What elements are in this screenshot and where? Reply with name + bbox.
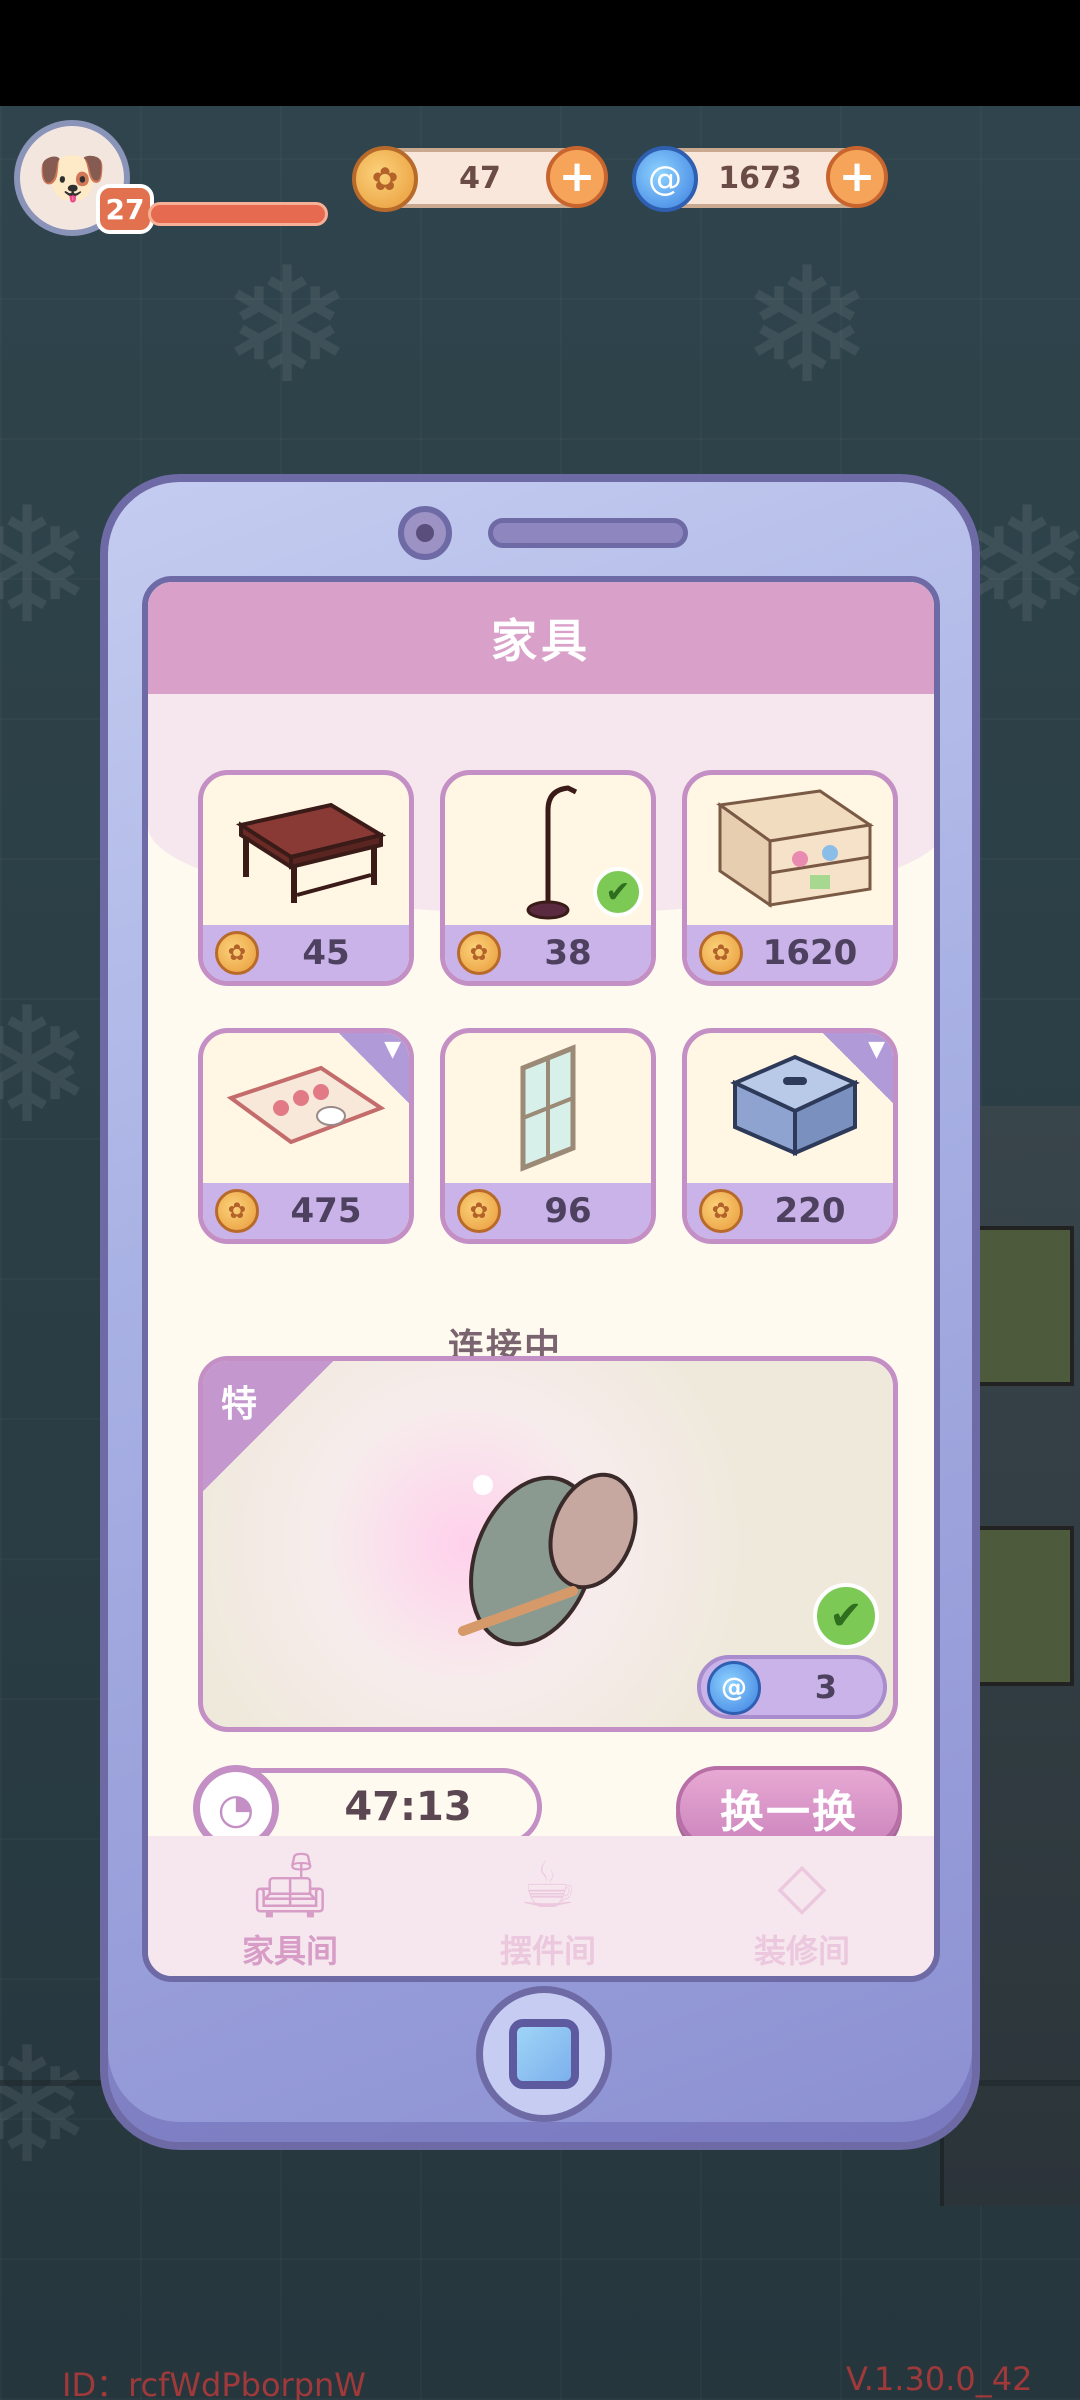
player-id: ID：rcfWdPborpnW: [62, 2366, 366, 2400]
tab-label: 家具间: [241, 1932, 338, 1970]
app-version: V.1.30.0_42: [846, 2360, 1033, 2398]
snowflake-decoration: ❄: [0, 472, 95, 659]
furniture-grid: ✿ 45 ✔ ✿ 38 ✿ 1620 ▼ ✿ 475 ✿ 96 ▼ ✿ 220: [198, 770, 898, 1250]
gem-counter: @ 1673 +: [632, 146, 888, 212]
status-bar: [0, 0, 1080, 106]
category-tabs: 🛋 家具间 ☕ 摆件间 ◇ 装修间: [148, 1836, 934, 1976]
level-badge: 27: [96, 184, 154, 234]
coin-icon: ✿: [457, 931, 501, 975]
owned-check-icon: ✔: [593, 867, 643, 917]
furniture-item-card[interactable]: ✿ 1620: [682, 770, 898, 986]
table-icon: [203, 775, 409, 925]
timer-value: 47:13: [344, 1784, 472, 1830]
tab-decoration-room[interactable]: ◇ 装修间: [702, 1846, 902, 1976]
snowflake-decoration: ❄: [0, 972, 95, 1159]
coin-icon: ✿: [699, 931, 743, 975]
tab-furniture-room[interactable]: 🛋 家具间: [190, 1846, 390, 1976]
swirl-gem-icon: @: [707, 1661, 761, 1715]
brush-icon: ▼: [868, 1037, 885, 1062]
special-offer-card[interactable]: 特 ✔ @ 3: [198, 1356, 898, 1732]
price-bar: ✿ 45: [203, 925, 409, 981]
add-gems-button[interactable]: +: [826, 146, 888, 208]
panel-title: 家具: [148, 582, 934, 694]
item-price: 1620: [762, 933, 858, 973]
furniture-item-card[interactable]: ✔ ✿ 38: [440, 770, 656, 986]
item-price: 38: [544, 933, 592, 973]
snowflake-decoration: ❄: [220, 232, 355, 419]
brush-tag: ▼: [339, 1033, 409, 1103]
price-bar: ✿ 220: [687, 1183, 893, 1239]
swirl-gem-icon: @: [632, 146, 698, 212]
floor-tile-icon: ◇: [777, 1849, 827, 1923]
furniture-item-card[interactable]: ✿ 45: [198, 770, 414, 986]
furniture-item-card[interactable]: ▼ ✿ 475: [198, 1028, 414, 1244]
furniture-item-card[interactable]: ✿ 96: [440, 1028, 656, 1244]
refresh-timer: ◔ 47:13: [193, 1765, 542, 1851]
coin-icon: ✿: [215, 931, 259, 975]
special-price: 3: [814, 1668, 837, 1706]
special-tag: 特: [203, 1361, 333, 1491]
coin-value: 47: [459, 160, 501, 196]
snowflake-decoration: ❄: [740, 232, 875, 419]
tab-ornament-room[interactable]: ☕ 摆件间: [448, 1846, 648, 1976]
brush-tag: ▼: [823, 1033, 893, 1103]
phone-shop-panel: 家具 ✿ 45 ✔ ✿ 38 ✿ 1620 ▼ ✿ 475 ✿ 96 ▼ ✿ 2…: [100, 474, 980, 2150]
home-button[interactable]: [476, 1986, 612, 2122]
coin-icon: ✿: [457, 1189, 501, 1233]
item-price: 96: [544, 1191, 592, 1231]
cup-icon: ☕: [519, 1849, 577, 1923]
special-tag-label: 特: [221, 1384, 258, 1425]
fan-icon: [443, 1451, 663, 1651]
item-price: 45: [302, 933, 350, 973]
shelf-icon: [687, 775, 893, 925]
coin-counter: ✿ 47 +: [352, 146, 608, 212]
coin-icon: ✿: [352, 146, 418, 212]
brush-icon: ▼: [384, 1037, 401, 1062]
window-icon: [445, 1033, 651, 1183]
price-bar: ✿ 1620: [687, 925, 893, 981]
home-square-icon: [509, 2019, 579, 2089]
item-price: 475: [290, 1191, 362, 1231]
owned-check-icon: ✔: [813, 1583, 879, 1649]
price-bar: ✿ 38: [445, 925, 651, 981]
armchair-icon: 🛋: [249, 1849, 331, 1923]
gem-price-bar: @ 3: [697, 1655, 887, 1719]
gem-value: 1673: [718, 160, 802, 196]
xp-bar: [148, 202, 328, 226]
add-coins-button[interactable]: +: [546, 146, 608, 208]
phone-camera: [398, 506, 452, 560]
price-bar: ✿ 96: [445, 1183, 651, 1239]
coin-icon: ✿: [215, 1189, 259, 1233]
phone-screen: 家具 ✿ 45 ✔ ✿ 38 ✿ 1620 ▼ ✿ 475 ✿ 96 ▼ ✿ 2…: [142, 576, 940, 1982]
furniture-item-card[interactable]: ▼ ✿ 220: [682, 1028, 898, 1244]
tab-label: 摆件间: [499, 1932, 596, 1970]
tab-label: 装修间: [753, 1932, 850, 1970]
item-price: 220: [774, 1191, 846, 1231]
price-bar: ✿ 475: [203, 1183, 409, 1239]
phone-speaker: [488, 518, 688, 548]
coin-icon: ✿: [699, 1189, 743, 1233]
